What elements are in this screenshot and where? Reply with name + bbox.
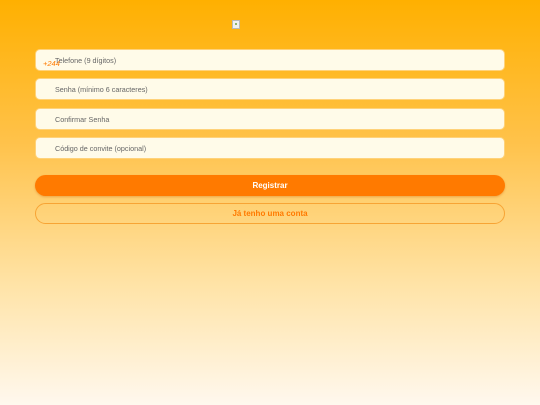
confirm-password-field[interactable] — [35, 108, 505, 130]
register-button[interactable]: Registrar — [35, 175, 505, 196]
invite-code-field[interactable] — [35, 137, 505, 159]
invite-code-input[interactable] — [55, 143, 504, 153]
password-input[interactable] — [55, 84, 504, 94]
login-button[interactable]: Já tenho uma conta — [35, 203, 505, 224]
confirm-password-input[interactable] — [55, 114, 504, 124]
phone-field[interactable]: +244 — [35, 49, 505, 71]
phone-input[interactable] — [55, 55, 504, 65]
country-code-prefix: +244 — [43, 59, 60, 68]
broken-image-icon — [232, 20, 240, 29]
password-field[interactable] — [35, 78, 505, 100]
